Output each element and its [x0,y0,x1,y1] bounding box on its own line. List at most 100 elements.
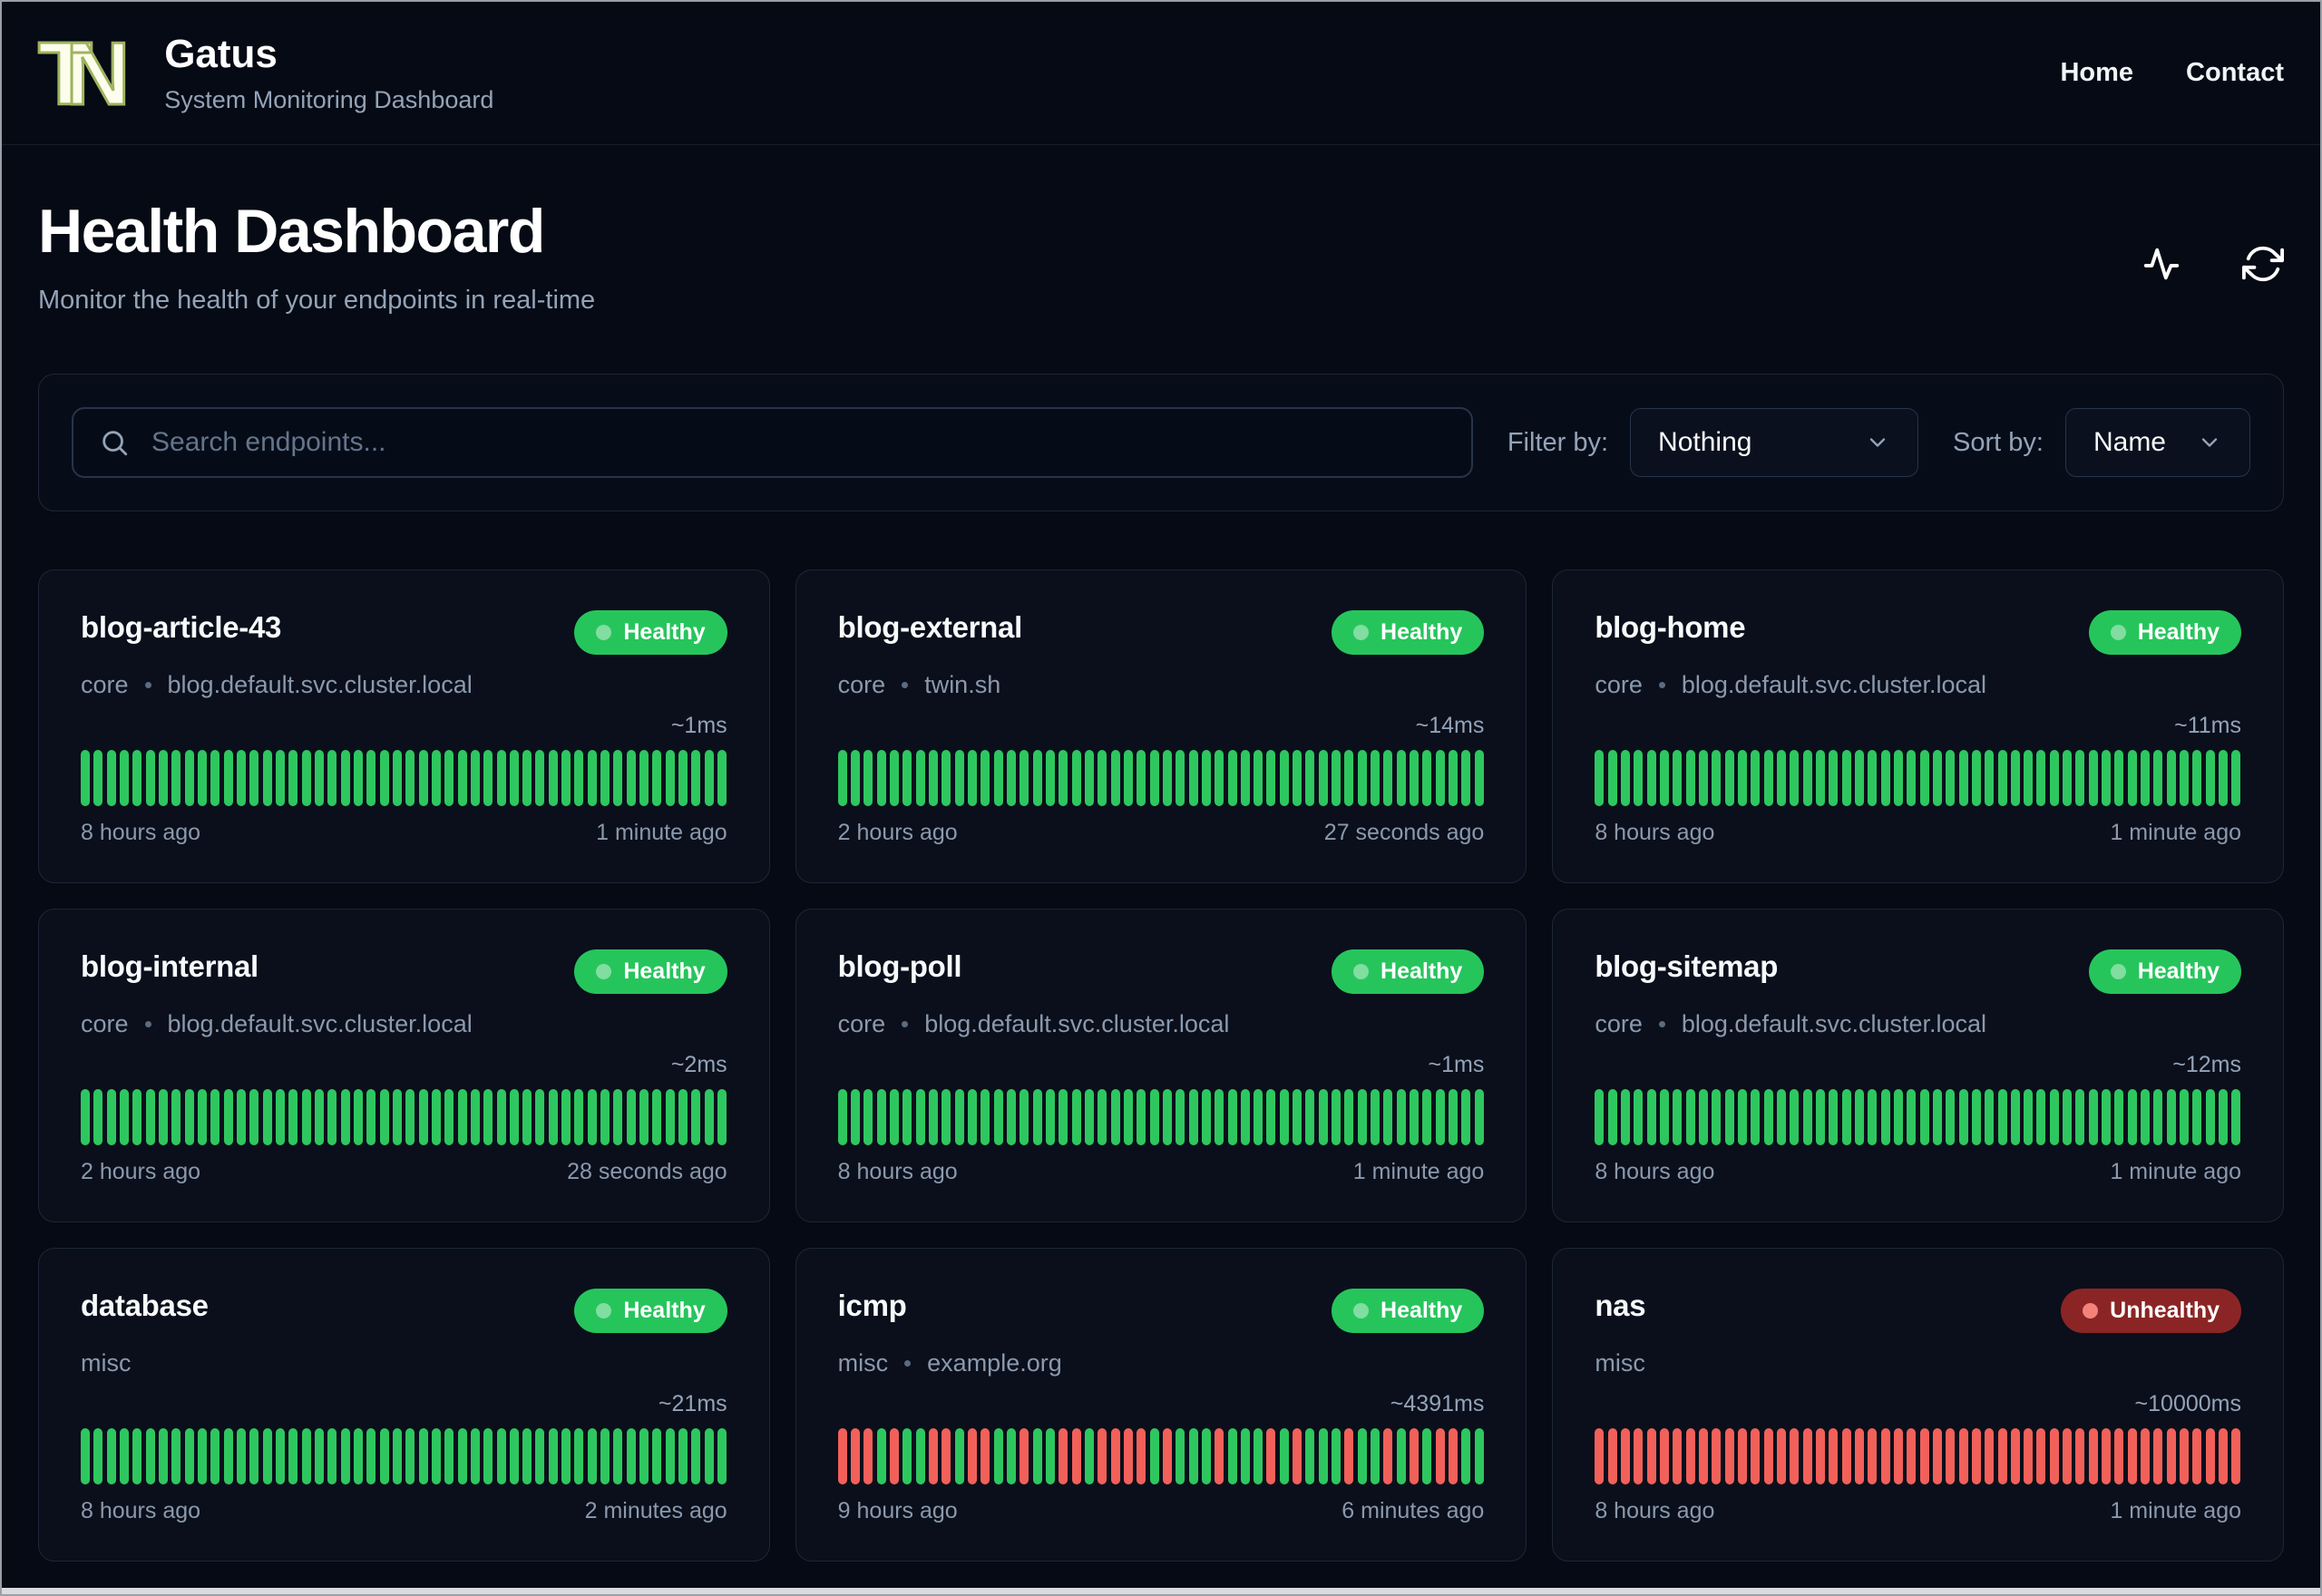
endpoint-card[interactable]: blog-internal Healthy core blog.default.… [38,909,770,1223]
time-start: 2 hours ago [837,820,958,846]
uptime-bar-success [2102,750,2112,807]
uptime-bar-success [431,1428,441,1485]
uptime-bar-success [2219,1089,2229,1146]
uptime-bar-failure [1932,1428,1942,1485]
endpoint-card[interactable]: nas Unhealthy misc ~10000ms 8 hours ago … [1552,1248,2284,1562]
endpoint-card[interactable]: database Healthy misc ~21ms 8 hours ago … [38,1248,770,1562]
endpoint-subtitle: core twin.sh [838,671,1485,699]
uptime-bar-success [1071,1089,1081,1146]
card-top: blog-sitemap Healthy [1595,949,2241,995]
endpoint-host: blog.default.svc.cluster.local [1681,1010,1987,1038]
uptime-bar-success [1149,750,1159,807]
uptime-bar-success [1266,750,1276,807]
uptime-bar-success [288,1089,298,1146]
uptime-bar-success [392,750,402,807]
time-end: 1 minute ago [2110,820,2241,846]
endpoint-card[interactable]: blog-poll Healthy core blog.default.svc.… [795,909,1527,1223]
uptime-bar-success [81,1089,90,1146]
uptime-bar-success [223,1089,233,1146]
uptime-bar-success [1371,1089,1381,1146]
uptime-bar-success [1893,1089,1903,1146]
uptime-bar-success [1673,1089,1683,1146]
uptime-bar-success [1958,750,1968,807]
uptime-bars [1595,750,2241,807]
uptime-bar-success [600,1089,610,1146]
uptime-bar-success [1474,750,1484,807]
sort-control: Sort by: Name [1953,408,2250,478]
filter-select[interactable]: Nothing [1630,408,1919,478]
uptime-bar-success [915,1428,925,1485]
endpoint-card[interactable]: icmp Healthy misc example.org ~4391ms 9 … [795,1248,1527,1562]
uptime-bar-success [561,750,571,807]
uptime-bar-success [652,1089,662,1146]
uptime-bar-success [535,1428,545,1485]
uptime-bar-success [1254,1428,1263,1485]
uptime-bar-success [340,1428,350,1485]
uptime-bar-failure [1659,1428,1669,1485]
latency-label: ~10000ms [2134,1391,2241,1417]
uptime-bar-success [1763,1089,1773,1146]
uptime-bar-success [210,750,220,807]
uptime-bar-success [954,1089,964,1146]
uptime-bar-success [1045,750,1055,807]
uptime-bar-success [1305,1428,1315,1485]
separator-dot-icon [904,1360,912,1367]
uptime-bar-success [1227,1089,1237,1146]
uptime-bar-success [223,1428,233,1485]
endpoint-host: blog.default.svc.cluster.local [167,671,473,699]
uptime-bar-success [1098,1089,1107,1146]
uptime-bar-success [1461,1428,1471,1485]
refresh-icon[interactable] [2242,243,2284,285]
uptime-bar-success [1201,750,1211,807]
uptime-bar-success [106,750,116,807]
uptime-bar-success [197,1428,207,1485]
nav-link-home[interactable]: Home [2060,58,2133,88]
uptime-bar-success [1045,1089,1055,1146]
uptime-bar-success [184,750,194,807]
search-input[interactable] [72,407,1473,479]
uptime-bar-failure [1215,1428,1224,1485]
card-footer: 8 hours ago 1 minute ago [81,820,727,846]
uptime-bar-failure [1646,1428,1656,1485]
uptime-bar-success [327,1428,337,1485]
activity-icon[interactable] [2141,243,2182,285]
sort-select[interactable]: Name [2064,408,2250,478]
card-top: nas Unhealthy [1595,1289,2241,1334]
uptime-bar-success [548,1089,558,1146]
page-head: Health Dashboard Monitor the health of y… [38,199,2284,316]
endpoint-group: misc [1595,1349,1645,1377]
uptime-bar-success [327,750,337,807]
uptime-bar-success [1084,750,1094,807]
uptime-bar-success [1829,750,1839,807]
endpoint-group: misc [837,1349,889,1377]
endpoint-card[interactable]: blog-sitemap Healthy core blog.default.s… [1552,909,2284,1223]
uptime-bar-success [1332,1089,1341,1146]
endpoint-host: twin.sh [924,671,1001,699]
uptime-bar-success [184,1089,194,1146]
uptime-bar-success [876,750,886,807]
sort-value: Name [2093,427,2166,458]
endpoint-card[interactable]: blog-external Healthy core twin.sh ~14ms… [795,569,1527,884]
uptime-bar-success [535,1089,545,1146]
uptime-bar-success [1020,750,1029,807]
uptime-bar-success [678,750,688,807]
uptime-bar-success [717,750,727,807]
uptime-bar-success [2049,1089,2059,1146]
uptime-bar-success [470,1428,480,1485]
endpoint-card[interactable]: blog-home Healthy core blog.default.svc.… [1552,569,2284,884]
uptime-bar-success [1815,1089,1825,1146]
nav-link-contact[interactable]: Contact [2186,58,2284,88]
uptime-bar-success [981,750,990,807]
uptime-bar-success [600,750,610,807]
uptime-bar-success [1763,750,1773,807]
uptime-bar-failure [1737,1428,1747,1485]
time-start: 8 hours ago [1595,1498,1715,1524]
endpoint-name: icmp [837,1289,907,1323]
uptime-bar-success [379,1089,389,1146]
uptime-bars [837,750,1485,807]
endpoint-card[interactable]: blog-article-43 Healthy core blog.defaul… [38,569,770,884]
card-top: icmp Healthy [837,1289,1485,1334]
status-badge: Unhealthy [2061,1289,2241,1334]
time-start: 8 hours ago [81,1498,201,1524]
latency-label: ~4391ms [1390,1391,1485,1417]
